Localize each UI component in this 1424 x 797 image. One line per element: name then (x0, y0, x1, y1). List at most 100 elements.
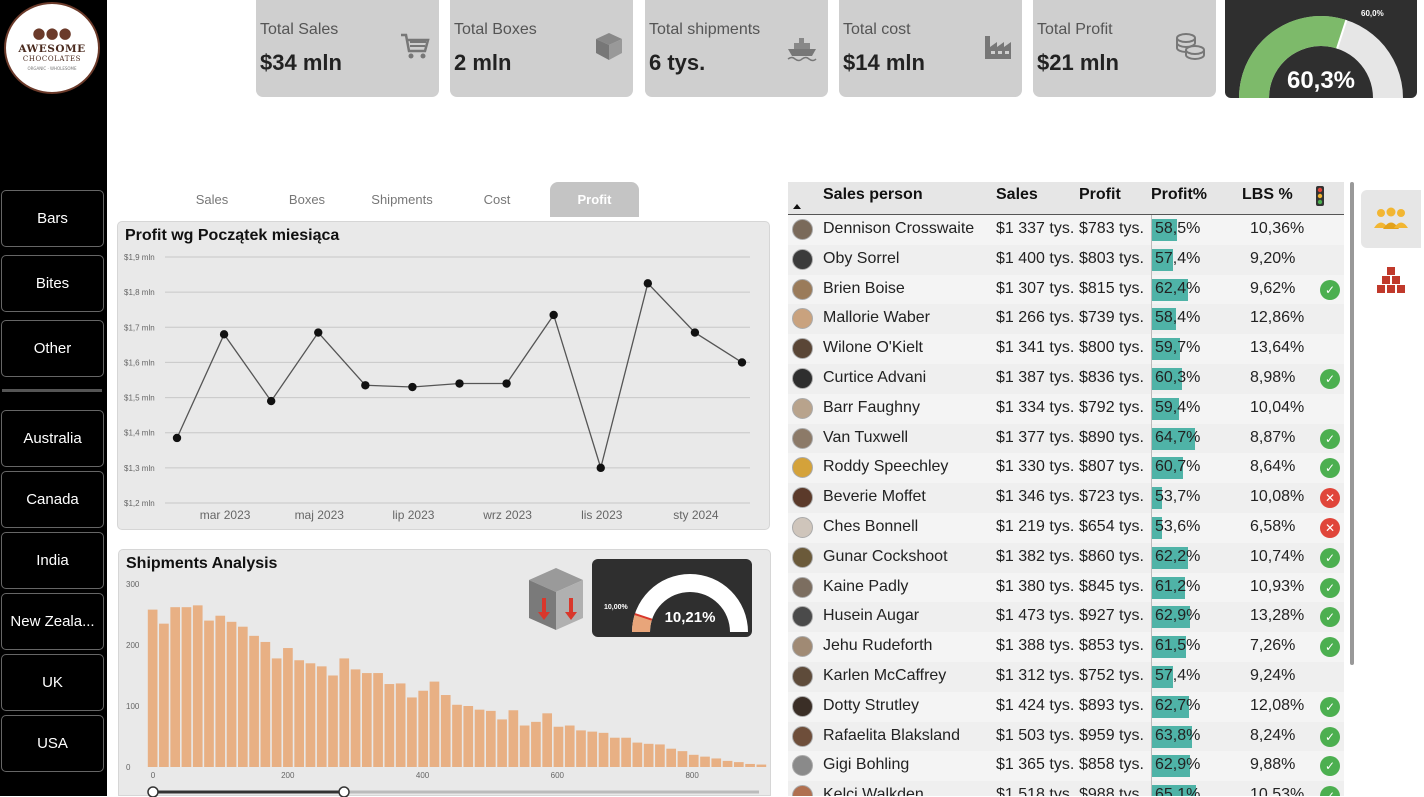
histogram-bar[interactable] (655, 744, 665, 767)
histogram-bar[interactable] (181, 607, 192, 767)
histogram-bar[interactable] (350, 669, 361, 767)
histogram-bar[interactable] (519, 725, 530, 767)
table-row[interactable]: Dotty Strutley $1 424 tys. $893 tys. 62,7% 1… (788, 691, 1344, 722)
table-row[interactable]: Rafaelita Blaksland $1 503 tys. $959 tys. 6… (788, 721, 1344, 752)
histogram-bar[interactable] (159, 623, 169, 767)
table-row[interactable]: Gigi Bohling $1 365 tys. $858 tys. 62,9% 9,8… (788, 751, 1344, 782)
histogram-bar[interactable] (260, 641, 271, 767)
histogram-bar[interactable] (361, 673, 372, 767)
country-button-australia[interactable]: Australia (1, 410, 104, 467)
histogram-bar[interactable] (632, 742, 643, 767)
data-point[interactable] (596, 463, 605, 473)
table-row[interactable]: Beverie Moffet $1 346 tys. $723 tys. 53,7% 1… (788, 483, 1344, 514)
histogram-bar[interactable] (711, 758, 722, 767)
histogram-bar[interactable] (531, 721, 541, 767)
histogram-bar[interactable] (587, 731, 598, 767)
histogram-bar[interactable] (294, 660, 305, 767)
country-button-india[interactable]: India (1, 532, 104, 589)
table-row[interactable]: Gunar Cockshoot $1 382 tys. $860 tys. 62,2%… (788, 542, 1344, 573)
histogram-bar[interactable] (305, 663, 316, 767)
histogram-bar[interactable] (621, 737, 631, 767)
data-point[interactable] (502, 379, 511, 388)
data-point[interactable] (219, 330, 229, 339)
histogram-bar[interactable] (756, 764, 767, 767)
tab-cost[interactable]: Cost (452, 182, 542, 217)
histogram-bar[interactable] (609, 737, 620, 767)
data-point[interactable] (172, 433, 182, 443)
data-point[interactable] (361, 381, 370, 390)
histogram-bar[interactable] (463, 706, 474, 767)
table-row[interactable]: Wilone O'Kielt $1 341 tys. $800 tys. 59,7% 1… (788, 334, 1344, 365)
category-button-bars[interactable]: Bars (1, 190, 104, 247)
histogram-bar[interactable] (576, 730, 586, 767)
table-row[interactable]: Oby Sorrel $1 400 tys. $803 tys. 57,4% 9,20% (788, 244, 1344, 275)
histogram-bar[interactable] (564, 725, 575, 767)
histogram-bar[interactable] (485, 710, 496, 767)
histogram-bar[interactable] (643, 743, 654, 767)
histogram-bar[interactable] (328, 675, 338, 768)
category-button-other[interactable]: Other (1, 320, 104, 377)
tab-profit[interactable]: Profit (550, 182, 639, 217)
products-view-button[interactable] (1361, 252, 1421, 310)
histogram-bar[interactable] (395, 683, 406, 767)
histogram-bar[interactable] (271, 658, 282, 767)
tab-sales[interactable]: Sales (167, 182, 257, 217)
category-button-bites[interactable]: Bites (1, 255, 104, 312)
table-row[interactable]: Kelci Walkden $1 518 tys. $988 tys. 65,1% 10… (788, 781, 1344, 796)
histogram-bar[interactable] (474, 709, 485, 767)
histogram-bar[interactable] (407, 697, 417, 767)
data-point[interactable] (549, 310, 558, 320)
histogram-bar[interactable] (598, 732, 609, 767)
table-row[interactable]: Husein Augar $1 473 tys. $927 tys. 62,9% 13,… (788, 602, 1344, 633)
country-button-new-zealand[interactable]: New Zeala... (1, 593, 104, 650)
histogram-bar[interactable] (677, 751, 688, 767)
data-point[interactable] (737, 358, 747, 367)
histogram-bar[interactable] (249, 635, 259, 767)
people-view-button[interactable] (1361, 190, 1421, 248)
table-row[interactable]: Ches Bonnell $1 219 tys. $654 tys. 53,6% 6,5… (788, 513, 1344, 543)
column-header-sales[interactable]: Sales (996, 186, 1038, 204)
histogram-bar[interactable] (237, 626, 248, 767)
histogram-bar[interactable] (147, 609, 158, 767)
table-row[interactable]: Dennison Crosswaite $1 337 tys. $783 tys. 5… (788, 215, 1344, 245)
histogram-bar[interactable] (666, 748, 677, 767)
country-button-canada[interactable]: Canada (1, 471, 104, 528)
histogram-bar[interactable] (508, 710, 519, 767)
histogram-bar[interactable] (316, 666, 327, 767)
tab-shipments[interactable]: Shipments (357, 182, 447, 217)
sort-ascending-icon[interactable] (793, 204, 801, 209)
column-header-sales-person[interactable]: Sales person (823, 186, 923, 204)
histogram-bar[interactable] (497, 719, 507, 767)
table-row[interactable]: Van Tuxwell $1 377 tys. $890 tys. 64,7% 8,87… (788, 423, 1344, 454)
histogram-bar[interactable] (745, 763, 755, 767)
histogram-bar[interactable] (192, 605, 203, 767)
histogram-bar[interactable] (553, 726, 564, 767)
histogram-bar[interactable] (542, 713, 553, 767)
table-scrollbar[interactable] (1350, 182, 1354, 665)
histogram-bar[interactable] (204, 620, 214, 767)
histogram-bar[interactable] (418, 690, 429, 767)
table-row[interactable]: Brien Boise $1 307 tys. $815 tys. 62,4% 9,62… (788, 274, 1344, 305)
histogram-bar[interactable] (283, 648, 293, 767)
histogram-bar[interactable] (452, 704, 462, 767)
histogram-bar[interactable] (170, 607, 181, 767)
table-row[interactable]: Mallorie Waber $1 266 tys. $739 tys. 58,4% 1… (788, 304, 1344, 335)
column-header-lbs-pct[interactable]: LBS % (1242, 186, 1293, 204)
data-point[interactable] (314, 328, 323, 337)
table-row[interactable]: Jehu Rudeforth $1 388 tys. $853 tys. 61,5% 7… (788, 632, 1344, 663)
country-button-usa[interactable]: USA (1, 715, 104, 772)
histogram-bar[interactable] (384, 684, 395, 767)
column-header-profit-pct[interactable]: Profit% (1151, 186, 1207, 204)
table-row[interactable]: Curtice Advani $1 387 tys. $836 tys. 60,3% 8… (788, 364, 1344, 394)
table-row[interactable]: Karlen McCaffrey $1 312 tys. $752 tys. 57,4… (788, 662, 1344, 692)
data-point[interactable] (266, 396, 276, 406)
data-point[interactable] (408, 382, 417, 392)
histogram-bar[interactable] (440, 695, 451, 767)
histogram-bar[interactable] (339, 658, 350, 767)
histogram-bar[interactable] (733, 762, 744, 767)
histogram-bar[interactable] (700, 756, 710, 767)
data-point[interactable] (690, 328, 700, 337)
histogram-bar[interactable] (688, 754, 699, 767)
table-row[interactable]: Roddy Speechley $1 330 tys. $807 tys. 60,7%… (788, 453, 1344, 484)
tab-boxes[interactable]: Boxes (262, 182, 352, 217)
